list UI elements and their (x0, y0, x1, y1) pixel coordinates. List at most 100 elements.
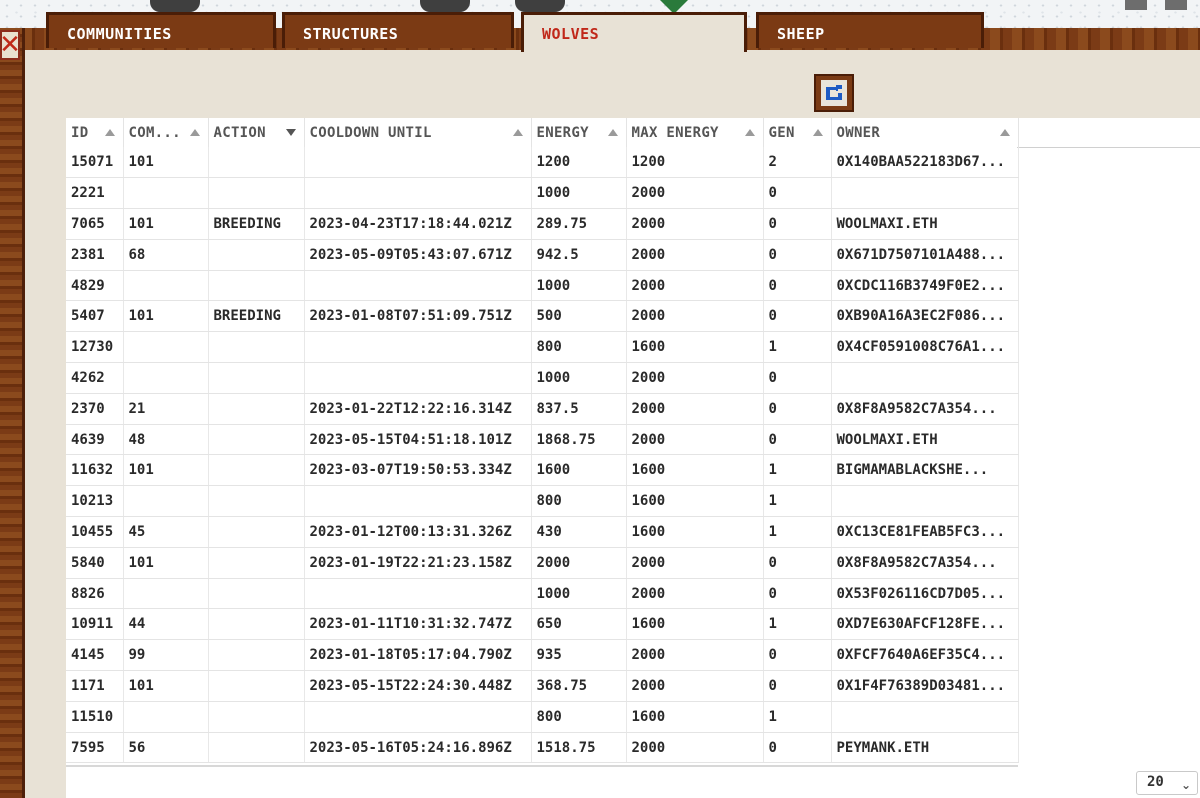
tab-structures[interactable]: STRUCTURES (282, 12, 514, 48)
table-row[interactable]: 15071 101 1200 1200 2 0X140BAA522183D67... (66, 147, 1019, 179)
refresh-button[interactable] (814, 74, 854, 112)
cell-id: 12730 (66, 331, 124, 364)
table-row[interactable]: 2381 68 2023-05-09T05:43:07.671Z 942.5 2000 0… (66, 239, 1019, 271)
cell-action (208, 670, 305, 702)
table-row[interactable]: 8826 1000 2000 0 0X53F026116CD7D05... (66, 578, 1019, 610)
table-row[interactable]: 4829 1000 2000 0 0XCDC116B3749F0E2... (66, 270, 1019, 302)
sort-asc-icon[interactable] (607, 129, 618, 136)
cell-energy: 430 (531, 516, 627, 548)
cell-action (208, 547, 305, 579)
cell-gen: 1 (763, 454, 832, 487)
cell-cooldown: 2023-05-15T22:24:30.448Z (304, 670, 532, 702)
cell-id: 4639 (66, 424, 124, 456)
bush-decoration (420, 0, 470, 12)
table-row[interactable]: 7065 101 BREEDING 2023-04-23T17:18:44.021Z 2… (66, 208, 1019, 240)
sort-asc-icon[interactable] (189, 129, 200, 136)
cell-owner (831, 485, 1019, 518)
table-row[interactable]: 7595 56 2023-05-16T05:24:16.896Z 1518.75 200… (66, 732, 1019, 764)
cell-cooldown: 2023-01-11T10:31:32.747Z (304, 608, 532, 641)
column-header-community[interactable]: COM... (123, 118, 209, 147)
cell-action (208, 701, 305, 733)
cell-gen: 0 (763, 239, 832, 271)
table-row[interactable]: 2370 21 2023-01-22T12:22:16.314Z 837.5 2000 0… (66, 393, 1019, 425)
cell-owner: 0XFCF7640A6EF35C4... (831, 639, 1019, 672)
cell-gen: 1 (763, 485, 832, 518)
column-header-cooldown[interactable]: COOLDOWN UNTIL (304, 118, 532, 147)
cell-id: 7595 (66, 732, 124, 764)
sort-asc-icon[interactable] (104, 129, 115, 136)
sort-asc-icon[interactable] (812, 129, 823, 136)
close-button[interactable]: ✕ (0, 30, 21, 60)
cell-action (208, 485, 305, 518)
table-row[interactable]: 5840 101 2023-01-19T22:21:23.158Z 2000 2000 0… (66, 547, 1019, 579)
table-row[interactable]: 10911 44 2023-01-11T10:31:32.747Z 650 1600 1 0… (66, 608, 1019, 641)
table-row[interactable]: 11510 800 1600 1 (66, 701, 1019, 733)
tab-communities[interactable]: COMMUNITIES (46, 12, 276, 48)
cell-cooldown: 2023-01-12T00:13:31.326Z (304, 516, 532, 548)
column-header-owner[interactable]: OWNER (831, 118, 1019, 147)
column-header-gen[interactable]: GEN (763, 118, 832, 147)
sort-asc-icon[interactable] (999, 129, 1010, 136)
sheep-decoration (1125, 0, 1147, 10)
table-header-row: ID COM... ACTION COOLDOWN UNTIL ENERGY M… (66, 118, 1019, 147)
cell-community: 21 (123, 393, 209, 425)
cell-id: 10911 (66, 608, 124, 641)
cell-action (208, 270, 305, 302)
column-header-action[interactable]: ACTION (208, 118, 305, 147)
cell-id: 1171 (66, 670, 124, 702)
table-row[interactable]: 4145 99 2023-01-18T05:17:04.790Z 935 2000 0 0X… (66, 639, 1019, 672)
cell-action (208, 454, 305, 487)
table-row[interactable]: 4639 48 2023-05-15T04:51:18.101Z 1868.75 200… (66, 424, 1019, 456)
table-row[interactable]: 10213 800 1600 1 (66, 485, 1019, 518)
tab-label: STRUCTURES (303, 25, 399, 43)
table-row[interactable]: 11632 101 2023-03-07T19:50:53.334Z 1600 1600… (66, 454, 1019, 487)
cell-energy: 650 (531, 608, 627, 641)
cell-community: 101 (123, 208, 209, 240)
cell-gen: 0 (763, 670, 832, 702)
cell-energy: 935 (531, 639, 627, 672)
cell-max-energy: 2000 (626, 300, 764, 333)
cell-action (208, 424, 305, 456)
cell-community: 101 (123, 147, 209, 179)
tab-sheep[interactable]: SHEEP (756, 12, 984, 48)
cell-owner: WOOLMAXI.ETH (831, 424, 1019, 456)
cell-energy: 1518.75 (531, 732, 627, 764)
column-header-id[interactable]: ID (66, 118, 124, 147)
cell-owner: PEYMANK.ETH (831, 732, 1019, 764)
cell-gen: 0 (763, 393, 832, 425)
cell-action (208, 147, 305, 179)
cell-owner: 0X4CF0591008C76A1... (831, 331, 1019, 364)
cell-max-energy: 2000 (626, 270, 764, 302)
cell-id: 7065 (66, 208, 124, 240)
cell-energy: 837.5 (531, 393, 627, 425)
column-header-max-energy[interactable]: MAX ENERGY (626, 118, 764, 147)
sort-desc-icon[interactable] (285, 129, 296, 136)
cell-community (123, 270, 209, 302)
table-row[interactable]: 1171 101 2023-05-15T22:24:30.448Z 368.75 200… (66, 670, 1019, 702)
cell-cooldown: 2023-01-19T22:21:23.158Z (304, 547, 532, 579)
table-row[interactable]: 5407 101 BREEDING 2023-01-08T07:51:09.751Z 5… (66, 300, 1019, 333)
cell-energy: 1000 (531, 362, 627, 394)
table-row[interactable]: 4262 1000 2000 0 (66, 362, 1019, 394)
table-row[interactable]: 12730 800 1600 1 0X4CF0591008C76A1... (66, 331, 1019, 364)
cell-owner (831, 701, 1019, 733)
cell-community (123, 177, 209, 210)
cell-max-energy: 2000 (626, 424, 764, 456)
cell-action: BREEDING (208, 300, 305, 333)
sort-asc-icon[interactable] (744, 129, 755, 136)
cell-max-energy: 2000 (626, 239, 764, 271)
cell-owner: 0XCDC116B3749F0E2... (831, 270, 1019, 302)
cell-cooldown (304, 147, 532, 179)
cell-gen: 1 (763, 701, 832, 733)
cell-id: 5840 (66, 547, 124, 579)
cell-gen: 0 (763, 208, 832, 240)
page-size-select[interactable]: 20 ⌄ (1136, 771, 1198, 795)
page-size-value: 20 (1147, 774, 1164, 790)
cell-cooldown: 2023-03-07T19:50:53.334Z (304, 454, 532, 487)
sort-asc-icon[interactable] (512, 129, 523, 136)
tab-wolves[interactable]: WOLVES (521, 12, 747, 52)
column-header-energy[interactable]: ENERGY (531, 118, 627, 147)
table-row[interactable]: 10455 45 2023-01-12T00:13:31.326Z 430 1600 1 0… (66, 516, 1019, 548)
cell-max-energy: 1600 (626, 454, 764, 487)
table-row[interactable]: 2221 1000 2000 0 (66, 177, 1019, 210)
